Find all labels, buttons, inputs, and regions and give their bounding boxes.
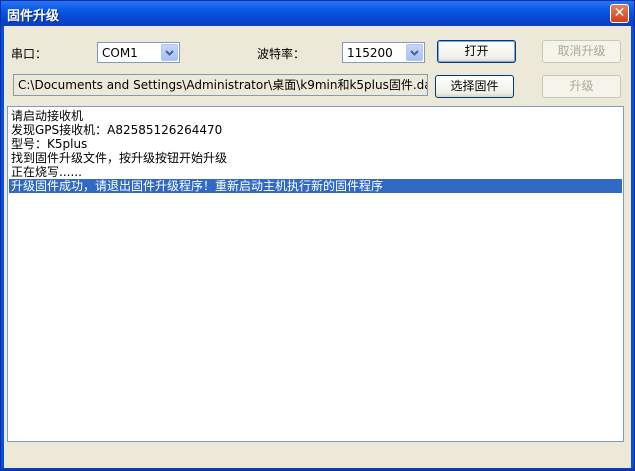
window-bottom-border <box>1 468 634 470</box>
title-bar[interactable]: 固件升级 ✕ <box>1 1 634 26</box>
log-line[interactable]: 请启动接收机 <box>9 109 622 123</box>
log-line[interactable]: 正在烧写...... <box>9 165 622 179</box>
baud-rate-label: 波特率： <box>257 47 306 61</box>
window-title: 固件升级 <box>7 9 60 24</box>
firmware-path-field[interactable]: C:\Documents and Settings\Administrator\… <box>13 74 428 96</box>
log-list[interactable]: 请启动接收机 发现GPS接收机：A82585126264470 型号：K5plu… <box>7 106 624 442</box>
chevron-down-icon[interactable] <box>406 44 423 61</box>
firmware-upgrade-window: 固件升级 ✕ 串口： COM1 波特率： 115200 打开 取消升级 C:\D… <box>0 0 635 471</box>
open-button[interactable]: 打开 <box>437 40 516 63</box>
chevron-down-icon[interactable] <box>161 44 178 61</box>
serial-port-label: 串口： <box>11 47 48 61</box>
select-firmware-button[interactable]: 选择固件 <box>435 75 514 98</box>
log-line-selected[interactable]: 升级固件成功，请退出固件升级程序！重新启动主机执行新的固件程序 <box>9 179 622 193</box>
log-line[interactable]: 型号：K5plus <box>9 137 622 151</box>
upgrade-button[interactable]: 升级 <box>542 75 621 98</box>
baud-rate-value: 115200 <box>347 46 393 60</box>
log-line[interactable]: 找到固件升级文件，按升级按钮开始升级 <box>9 151 622 165</box>
dialog-client: 串口： COM1 波特率： 115200 打开 取消升级 C:\Document… <box>4 26 631 468</box>
close-icon[interactable]: ✕ <box>610 4 629 23</box>
serial-port-value: COM1 <box>102 46 138 60</box>
serial-port-select[interactable]: COM1 <box>97 42 180 63</box>
cancel-upgrade-button[interactable]: 取消升级 <box>542 40 621 63</box>
baud-rate-select[interactable]: 115200 <box>342 42 425 63</box>
log-line[interactable]: 发现GPS接收机：A82585126264470 <box>9 123 622 137</box>
